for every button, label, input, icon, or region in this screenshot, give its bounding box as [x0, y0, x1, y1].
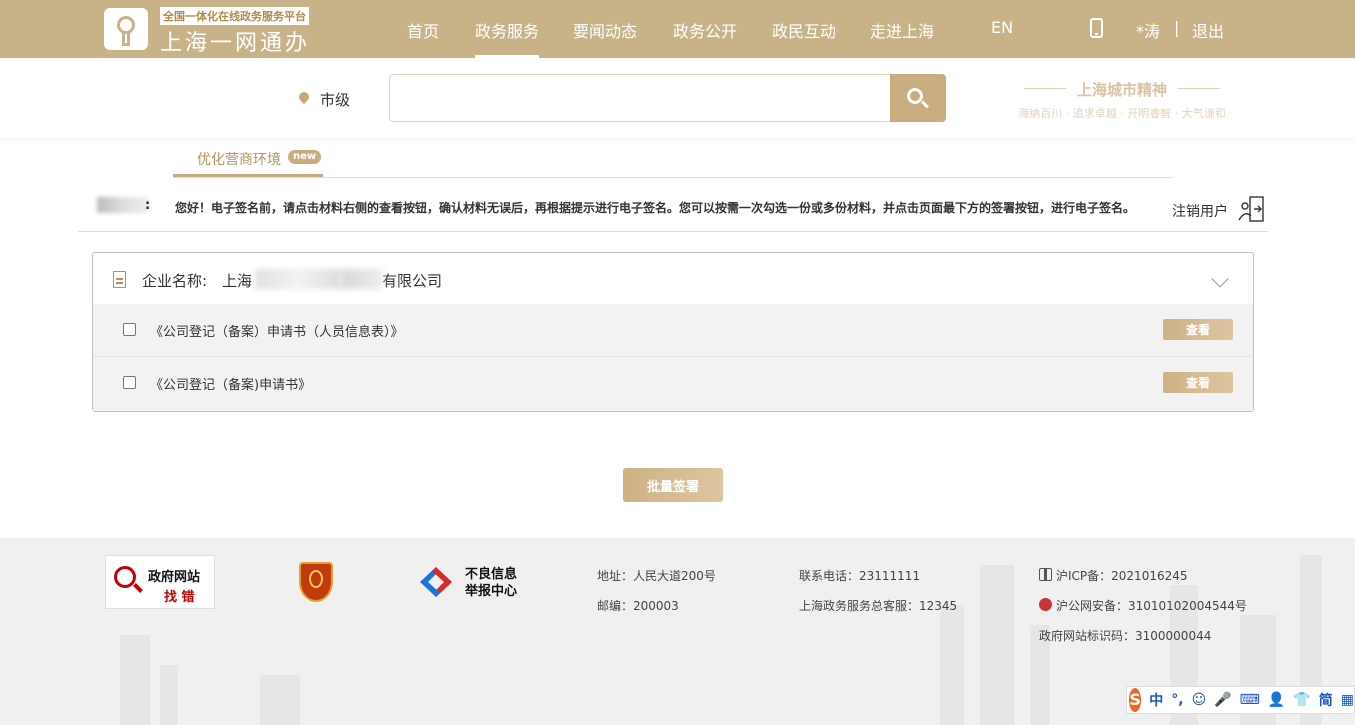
- search-button[interactable]: [890, 74, 946, 122]
- footer-site-code: 政府网站标识码：3100000044: [1039, 629, 1212, 643]
- footer-address: 地址：人民大道200号: [597, 569, 716, 583]
- nav-gov-services[interactable]: 政务服务: [475, 18, 540, 58]
- footer-icp[interactable]: 沪ICP备：2021016245: [1056, 567, 1188, 584]
- city-spirit-subtitle: 海纳百川 · 追求卓越 · 开明睿智 · 大气谦和: [1018, 107, 1226, 120]
- header-separator: |: [1174, 18, 1180, 37]
- ime-keyboard-icon[interactable]: ⌨: [1240, 692, 1260, 708]
- ime-punctuation[interactable]: °,: [1171, 692, 1183, 708]
- footer-police-record[interactable]: 沪公网安备：31010102004544号: [1056, 597, 1247, 614]
- location-selector[interactable]: 市级: [320, 89, 350, 110]
- view-document-button[interactable]: 查看: [1163, 319, 1233, 340]
- document-icon: [113, 271, 126, 288]
- footer-hotline: 上海政务服务总客服：12345: [799, 599, 958, 613]
- icp-icon: [1039, 568, 1052, 581]
- batch-sign-button[interactable]: 批量签署: [623, 468, 723, 502]
- document-title: 《公司登记（备案）申请书（人员信息表）》: [150, 325, 404, 340]
- logout-link[interactable]: 退出: [1192, 18, 1224, 42]
- footer-phone: 联系电话：23111111: [799, 569, 921, 583]
- footer-postcode: 邮编：200003: [597, 599, 679, 613]
- tab-business-environment[interactable]: 优化营商环境: [197, 149, 281, 169]
- user-name[interactable]: *涛: [1136, 18, 1160, 42]
- document-row: 《公司登记（备案)申请书》 查看: [93, 357, 1253, 411]
- document-checkbox[interactable]: [123, 323, 136, 336]
- redacted-user-name: [97, 197, 149, 213]
- redacted-company-part-2: [341, 269, 383, 289]
- ime-simplified[interactable]: 简: [1319, 690, 1333, 710]
- mobile-phone-icon[interactable]: [1090, 18, 1103, 38]
- document-checkbox[interactable]: [123, 376, 136, 389]
- nav-home[interactable]: 首页: [407, 18, 439, 42]
- logout-user-icon[interactable]: [1236, 194, 1266, 224]
- nav-gov-disclosure[interactable]: 政务公开: [673, 18, 737, 42]
- logo-title: 上海一网通办: [160, 31, 311, 56]
- company-name-label: 企业名称:: [142, 272, 208, 290]
- logo-emblem-icon: [104, 8, 148, 50]
- ime-menu-icon[interactable]: ▦: [1341, 692, 1354, 708]
- gov-site-error-report[interactable]: 政府网站 找 错: [105, 555, 215, 609]
- notice-divider: [78, 231, 1268, 232]
- tab-divider: [173, 177, 1173, 178]
- view-document-button[interactable]: 查看: [1163, 372, 1233, 393]
- new-badge: new: [288, 150, 322, 164]
- ime-skin-icon[interactable]: 👕: [1293, 692, 1310, 708]
- police-badge-icon: [1039, 598, 1052, 611]
- nav-about-shanghai[interactable]: 走进上海: [870, 18, 934, 42]
- nav-english[interactable]: EN: [991, 18, 1013, 37]
- report-center-icon[interactable]: [416, 565, 456, 599]
- notice-text: 您好！电子签名前，请点击材料右侧的查看按钮，确认材料无误后，再根据提示进行电子签…: [175, 201, 1136, 215]
- report-center-link[interactable]: 不良信息 举报中心: [465, 566, 525, 600]
- search-input[interactable]: [389, 74, 891, 122]
- nav-news[interactable]: 要闻动态: [573, 18, 637, 42]
- sogou-ime-icon[interactable]: S: [1129, 688, 1142, 712]
- document-row: 《公司登记（备案）申请书（人员信息表）》 查看: [93, 304, 1253, 357]
- redacted-company-part-1: [255, 269, 341, 289]
- ime-toolbar: S 中 °, ☺ 🎤 ⌨ 👤 👕 简 ▦: [1126, 686, 1355, 714]
- notice-colon: :: [145, 198, 151, 213]
- site-logo[interactable]: 全国一体化在线政务服务平台 上海一网通办: [104, 7, 332, 56]
- ime-emoji-icon[interactable]: ☺: [1192, 692, 1207, 708]
- nav-interaction[interactable]: 政民互动: [772, 18, 836, 42]
- ime-user-icon[interactable]: 👤: [1268, 692, 1285, 708]
- ime-chinese-mode[interactable]: 中: [1149, 690, 1163, 710]
- city-spirit-title: 上海城市精神: [1024, 79, 1220, 100]
- party-gov-emblem-icon[interactable]: [299, 562, 333, 602]
- logo-subtitle: 全国一体化在线政务服务平台: [160, 7, 309, 25]
- cancel-user-link[interactable]: 注销用户: [1172, 201, 1228, 221]
- ime-voice-icon[interactable]: 🎤: [1214, 692, 1231, 708]
- document-title: 《公司登记（备案)申请书》: [150, 378, 312, 393]
